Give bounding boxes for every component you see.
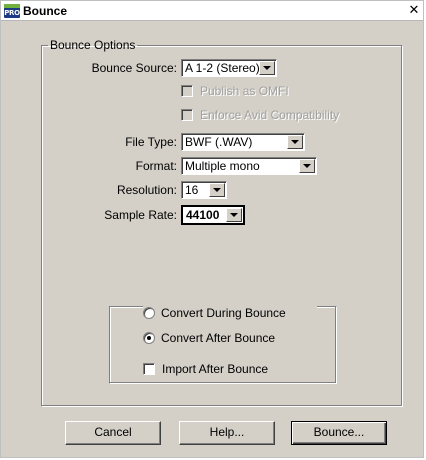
bounce-source-value: A 1-2 (Stereo) [185,61,260,75]
app-icon-label: PRO [4,9,20,17]
convert-after-radio[interactable] [143,332,155,344]
cancel-button[interactable]: Cancel [65,421,161,445]
publish-omfi-label: Publish as OMFI [200,84,289,98]
enforce-avid-label: Enforce Avid Compatibility [200,108,340,122]
bounce-source-label: Bounce Source: [91,61,177,75]
format-label: Format: [135,159,177,173]
window-title: Bounce [23,4,68,18]
convert-during-radio[interactable] [143,307,155,319]
convert-during-label[interactable]: Convert During Bounce [161,305,286,321]
convert-after-label[interactable]: Convert After Bounce [161,330,275,346]
import-after-label[interactable]: Import After Bounce [162,361,268,377]
chevron-down-icon [213,188,221,192]
pro-tools-app-icon: PRO [4,4,20,18]
file-type-label: File Type: [125,135,177,149]
enforce-avid-checkbox-row: Enforce Avid Compatibility [181,107,361,123]
import-after-checkbox[interactable] [143,363,155,375]
convert-during-radio-row[interactable]: Convert During Bounce [143,305,317,321]
radio-selected-dot [147,336,151,340]
chevron-down-icon [263,66,271,70]
resolution-label: Resolution: [116,183,177,197]
bounce-source-dropdown[interactable]: A 1-2 (Stereo) [181,59,277,77]
bounce-button[interactable]: Bounce... [291,421,387,445]
sample-rate-dropdown[interactable]: 44100 [181,205,245,225]
file-type-dropdown-button[interactable] [287,135,303,149]
bounce-options-legend: Bounce Options [50,38,136,52]
resolution-dropdown[interactable]: 16 [181,181,227,199]
convert-after-radio-row[interactable]: Convert After Bounce [143,330,313,346]
title-bar: PRO Bounce ✕ [1,1,423,21]
resolution-dropdown-button[interactable] [209,183,225,197]
publish-omfi-checkbox [181,85,193,97]
bounce-source-dropdown-button[interactable] [259,61,275,75]
help-button[interactable]: Help... [179,421,275,445]
sample-rate-value: 44100 [186,208,220,222]
file-type-value: BWF (.WAV) [185,135,253,149]
resolution-value: 16 [185,183,199,197]
file-type-dropdown[interactable]: BWF (.WAV) [181,133,305,151]
chevron-down-icon [303,164,311,168]
chevron-down-icon [230,213,238,217]
format-value: Multiple mono [185,159,260,173]
sample-rate-label: Sample Rate: [104,208,177,222]
sample-rate-dropdown-button[interactable] [226,208,242,222]
format-dropdown[interactable]: Multiple mono [181,157,317,175]
bounce-dialog: PRO Bounce ✕ Bounce Options Bounce Sourc… [0,0,424,458]
publish-omfi-checkbox-row: Publish as OMFI [181,83,331,99]
enforce-avid-checkbox [181,109,193,121]
format-dropdown-button[interactable] [299,159,315,173]
chevron-down-icon [291,140,299,144]
import-after-checkbox-row[interactable]: Import After Bounce [143,361,313,377]
close-icon[interactable]: ✕ [407,3,421,17]
